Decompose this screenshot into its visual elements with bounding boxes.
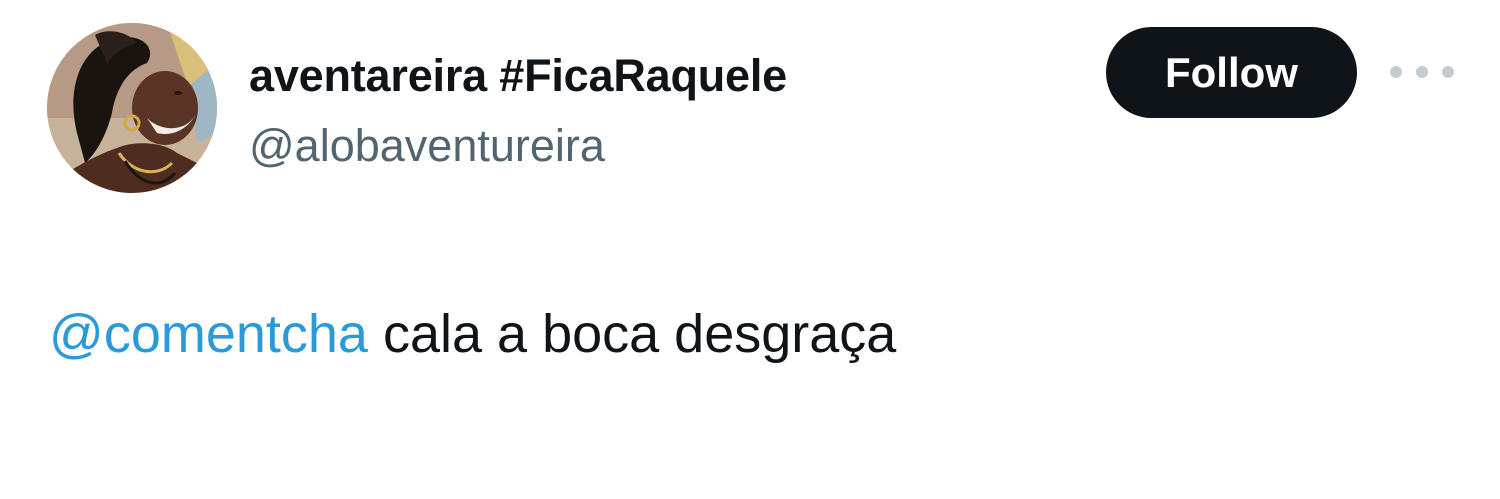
tweet-text: @comentcha cala a boca desgraça xyxy=(49,298,896,370)
tweet-card: aventareira #FicaRaquele @alobaventureir… xyxy=(0,0,1500,499)
tweet-body: cala a boca desgraça xyxy=(367,304,897,364)
follow-button[interactable]: Follow xyxy=(1106,27,1357,118)
dot xyxy=(1416,66,1428,78)
avatar-image xyxy=(47,23,217,193)
more-options-icon[interactable] xyxy=(1390,52,1454,92)
mention-link[interactable]: @comentcha xyxy=(49,304,368,364)
display-name[interactable]: aventareira #FicaRaquele xyxy=(249,46,787,106)
user-handle[interactable]: @alobaventureira xyxy=(249,116,605,176)
dot xyxy=(1442,66,1454,78)
dot xyxy=(1390,66,1402,78)
avatar[interactable] xyxy=(47,23,217,193)
